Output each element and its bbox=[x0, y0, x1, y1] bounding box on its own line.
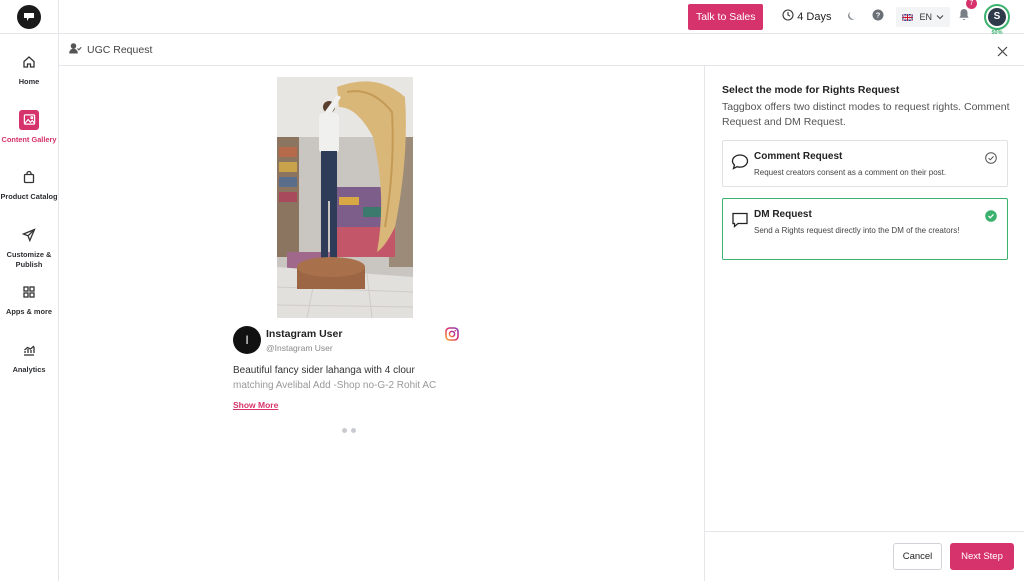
comment-bubble-icon bbox=[731, 153, 749, 175]
sidebar-nav: Home Content Gallery Product Catalog Cus… bbox=[0, 44, 58, 389]
moon-icon bbox=[847, 8, 858, 26]
sidebar: Home Content Gallery Product Catalog Cus… bbox=[0, 0, 59, 581]
author-name: Instagram User bbox=[266, 328, 343, 340]
sidebar-item-label: Home bbox=[18, 77, 40, 86]
post-caption: Beautiful fancy sider lahanga with 4 clo… bbox=[233, 363, 459, 393]
dm-request-option[interactable]: DM Request Send a Rights request directl… bbox=[722, 198, 1008, 260]
caption-line: Beautiful fancy sider lahanga with 4 clo… bbox=[233, 365, 415, 376]
send-icon bbox=[19, 225, 39, 245]
trial-days-text: 4 Days bbox=[797, 10, 832, 23]
close-icon[interactable] bbox=[997, 44, 1008, 62]
shopping-bag-icon bbox=[19, 167, 39, 187]
checked-circle-icon bbox=[985, 209, 997, 227]
user-check-icon bbox=[69, 41, 82, 59]
comment-request-option[interactable]: Comment Request Request creators consent… bbox=[722, 140, 1008, 187]
rights-request-panel: Select the mode for Rights Request Taggb… bbox=[704, 66, 1024, 581]
author-avatar: I bbox=[233, 326, 261, 354]
section-description: Taggbox offers two distinct modes to req… bbox=[722, 101, 1010, 128]
sidebar-item-product-catalog[interactable]: Product Catalog bbox=[0, 159, 58, 217]
option-description: Request creators consent as a comment on… bbox=[754, 168, 947, 177]
logo-area bbox=[0, 0, 58, 34]
dm-message-icon bbox=[731, 211, 749, 234]
dark-mode-toggle[interactable] bbox=[847, 8, 858, 26]
post-author: I Instagram User @Instagram User bbox=[233, 326, 459, 356]
carousel-dot[interactable] bbox=[342, 428, 347, 433]
sidebar-item-apps-more[interactable]: Apps & more bbox=[0, 274, 58, 332]
bell-icon bbox=[958, 8, 970, 26]
section-title: Select the mode for Rights Request bbox=[722, 84, 900, 96]
instagram-icon bbox=[445, 327, 459, 346]
sidebar-item-content-gallery[interactable]: Content Gallery bbox=[0, 102, 58, 160]
sidebar-item-label: Apps & more bbox=[6, 307, 52, 316]
carousel-dots bbox=[342, 428, 356, 433]
carousel-dot[interactable] bbox=[351, 428, 356, 433]
grid-icon bbox=[19, 282, 39, 302]
brand-logo-icon[interactable] bbox=[17, 4, 41, 29]
page-header: UGC Request bbox=[59, 34, 1024, 66]
option-title: Comment Request bbox=[754, 151, 843, 162]
home-icon bbox=[19, 52, 39, 72]
topbar: Talk to Sales 4 Days ? EN 7 S 50% bbox=[59, 0, 1024, 36]
option-description: Send a Rights request directly into the … bbox=[754, 226, 960, 235]
post-preview-panel: I Instagram User @Instagram User Beautif… bbox=[59, 66, 704, 581]
language-code: EN bbox=[919, 11, 932, 22]
profile-avatar-button[interactable]: S 50% bbox=[984, 3, 1010, 36]
chevron-down-icon bbox=[936, 12, 944, 22]
cancel-button[interactable]: Cancel bbox=[893, 543, 942, 570]
avatar: S bbox=[988, 7, 1006, 26]
sidebar-item-home[interactable]: Home bbox=[0, 44, 58, 102]
help-button[interactable]: ? bbox=[872, 8, 884, 26]
help-icon: ? bbox=[872, 8, 884, 26]
unchecked-circle-icon bbox=[985, 151, 997, 169]
caption-line: matching Avelibal Add -Shop no-G-2 Rohit… bbox=[233, 380, 437, 391]
option-title: DM Request bbox=[754, 209, 812, 220]
author-handle: @Instagram User bbox=[266, 343, 333, 353]
gallery-icon bbox=[19, 109, 39, 130]
notification-badge: 7 bbox=[966, 0, 977, 9]
show-more-link[interactable]: Show More bbox=[233, 400, 278, 410]
sidebar-item-label: Analytics bbox=[12, 364, 46, 374]
sidebar-item-label: Product Catalog bbox=[0, 192, 58, 201]
page-title: UGC Request bbox=[87, 43, 153, 56]
language-selector[interactable]: EN bbox=[896, 6, 950, 27]
app-root: Home Content Gallery Product Catalog Cus… bbox=[0, 0, 1024, 581]
analytics-icon bbox=[19, 340, 39, 360]
clock-icon bbox=[782, 9, 794, 24]
sidebar-item-analytics[interactable]: Analytics bbox=[0, 332, 58, 390]
trial-days-indicator[interactable]: 4 Days bbox=[782, 9, 831, 24]
svg-text:?: ? bbox=[876, 10, 881, 19]
notifications-button[interactable]: 7 bbox=[958, 0, 977, 26]
talk-to-sales-button[interactable]: Talk to Sales bbox=[688, 3, 764, 30]
next-step-button[interactable]: Next Step bbox=[950, 543, 1014, 570]
sidebar-item-label: Customize & Publish bbox=[6, 249, 52, 269]
panel-footer: Cancel Next Step bbox=[705, 531, 1024, 581]
uk-flag-icon bbox=[902, 13, 914, 22]
sidebar-item-customize-publish[interactable]: Customize & Publish bbox=[0, 217, 58, 275]
sidebar-item-label: Content Gallery bbox=[1, 134, 57, 144]
post-image bbox=[277, 77, 413, 318]
